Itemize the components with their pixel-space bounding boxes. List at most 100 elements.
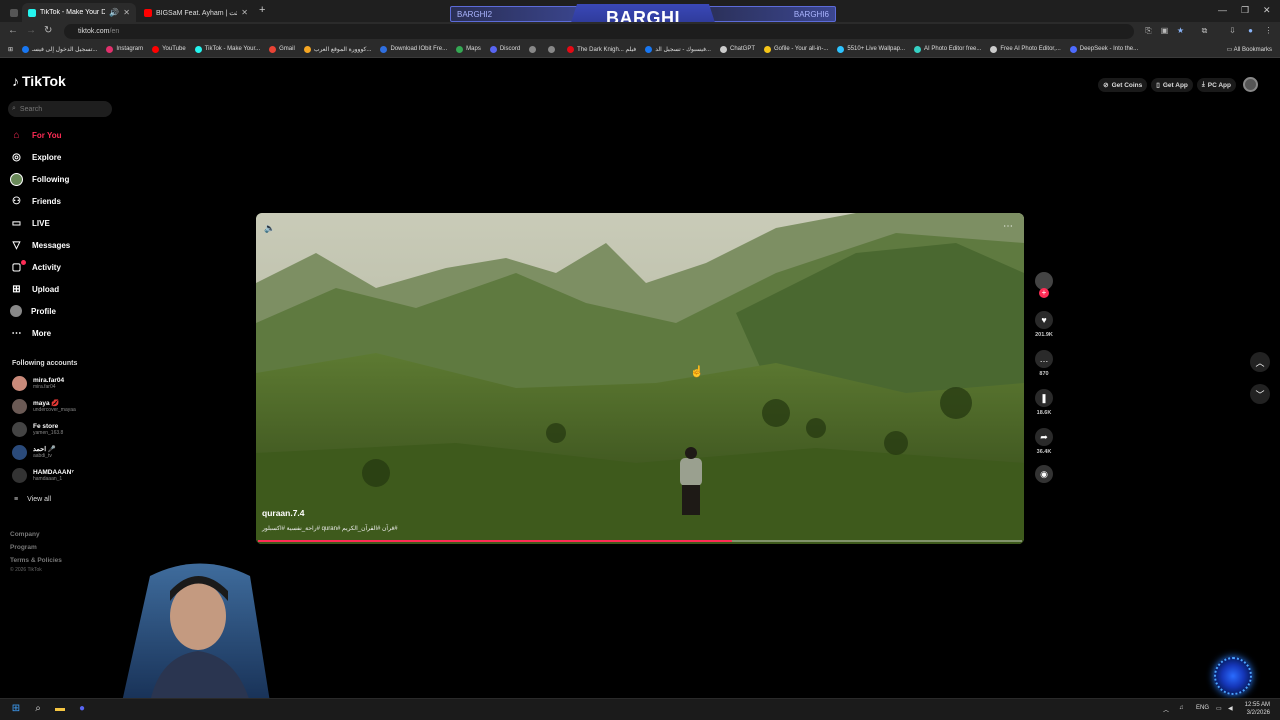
bookmark-label: The Dark Knigh... فيلم [577,46,637,53]
following-account[interactable]: mira.far04 mira.far04 [12,373,122,393]
tiktok-logo[interactable]: ♪ TikTok [12,73,66,89]
bookmark-item[interactable]: Free AI Photo Editor,... [990,45,1061,53]
bookmark-item[interactable]: YouTube [152,45,186,53]
following-account[interactable]: احمد 🎤 aabdi_tv [12,442,122,462]
bookmark-item[interactable]: كووورة الموقع العرب... [303,45,371,53]
sidebar-item-explore[interactable]: ◎ Explore [10,149,110,165]
tab-tiktok[interactable]: TikTok - Make Your Day 🔊 ✕ [22,3,136,22]
windows-start-icon[interactable]: ⊞ [10,703,22,715]
creator-avatar[interactable]: + [1033,272,1055,298]
network-icon[interactable]: ▭ [1216,705,1222,712]
bookmark-item[interactable]: Maps [456,45,481,53]
url-field[interactable]: tiktok.com/en [64,24,1134,39]
sidebar-item-profile[interactable]: Profile [10,303,110,319]
bookmark-item[interactable]: تسجيل الدخول إلى فيسـ... [22,45,97,53]
close-tab-icon[interactable]: ✕ [123,8,130,17]
pc-app-button[interactable]: ⤓ PC App [1196,78,1236,92]
more-options-icon[interactable]: ⋯ [1003,221,1014,232]
bookmark-favicon-icon [380,45,388,53]
bookmark-item[interactable]: Download IObit Fre... [380,45,447,53]
bookmark-favicon-icon [269,45,277,53]
view-all-button[interactable]: ≡ View all [14,496,51,503]
menu-icon[interactable]: ⋮ [1264,26,1273,35]
translate-icon[interactable]: ⎘ [1144,26,1153,35]
bookmark-favicon-icon [22,45,30,53]
sidebar-item-upload[interactable]: ⊞ Upload [10,281,110,297]
tray-overflow-icon[interactable]: ︿ [1163,705,1169,714]
get-coins-button[interactable]: ⊘ Get Coins [1098,78,1148,92]
bookmark-item[interactable]: TikTok - Make Your... [194,45,260,53]
bookmark-item[interactable]: ChatGPT [719,45,755,53]
bookmark-item[interactable]: DeepSeek - Into the... [1069,45,1138,53]
sidebar-item-messages[interactable]: ▽ Messages [10,237,110,253]
sidebar-item-label: Activity [32,262,61,272]
previous-video-button[interactable]: ︿ [1250,352,1270,372]
like-button[interactable]: ♥ 201.9K [1033,311,1055,338]
favorite-button[interactable]: ❚ 18.6K [1033,389,1055,416]
next-video-button[interactable]: ﹀ [1250,384,1270,404]
sidebar-item-live[interactable]: ▭ LIVE [10,215,110,231]
sidebar-item-activity[interactable]: ▢ Activity [10,259,110,275]
mic-icon[interactable]: ♫ [1179,705,1184,711]
all-bookmarks-button[interactable]: ▭ All Bookmarks [1227,46,1272,53]
bookmark-item[interactable] [529,45,539,53]
taskbar-search-icon[interactable]: ⌕ [32,703,44,715]
volume-tray-icon[interactable]: ◀ [1228,705,1233,712]
file-explorer-icon[interactable]: ▬ [54,703,66,715]
search-input[interactable]: ⌕ Search [8,101,112,117]
sidebar-item-following[interactable]: Following [10,171,110,187]
bookmark-item[interactable]: 5510+ Live Wallpap... [837,45,905,53]
comment-button[interactable]: … 870 [1033,350,1055,377]
speaker-icon[interactable]: 🔊 [109,8,119,17]
apps-icon[interactable]: ⊞ [8,46,13,53]
video-author[interactable]: quraan.7.4 [262,508,305,518]
bookmark-item[interactable]: AI Photo Editor free... [914,45,981,53]
footer-link-program[interactable]: Program [10,541,62,554]
sidebar-item-friends[interactable]: ⚇ Friends [10,193,110,209]
share-button[interactable]: ➦ 36.4K [1033,428,1055,455]
minimize-icon[interactable]: — [1218,5,1227,15]
music-disc[interactable]: ◉ [1033,465,1055,483]
tab-youtube[interactable]: BIGSaM Feat. Ayham | إن شئت ✕ [138,3,254,22]
forward-icon[interactable]: → [26,25,36,36]
footer-link-company[interactable]: Company [10,528,62,541]
following-account[interactable]: HAMDAAAN⁷ hamdaaan_1 [12,465,122,485]
downloads-icon[interactable]: ⇩ [1228,26,1237,35]
bookmark-item[interactable]: Gofile - Your all-in-... [764,45,828,53]
video-progress-bar[interactable] [258,540,1022,542]
bookmark-favicon-icon [489,45,497,53]
install-app-icon[interactable]: ▣ [1160,26,1169,35]
back-icon[interactable]: ← [8,25,18,36]
volume-icon[interactable]: 🔈 [264,223,275,234]
new-tab-button[interactable]: + [259,4,265,16]
bookmark-item[interactable]: Instagram [106,45,143,53]
bookmark-item[interactable]: Gmail [269,45,295,53]
bookmark-label: Free AI Photo Editor,... [1000,46,1061,52]
taskbar-clock[interactable]: 12:55 AM 3/2/2026 [1245,701,1270,717]
following-account[interactable]: Fe store yamen_163.8 [12,419,122,439]
close-tab-icon[interactable]: ✕ [241,8,248,17]
discord-icon[interactable]: ● [76,703,88,715]
sidebar-item-more[interactable]: ⋯ More [10,325,110,341]
bookmark-item[interactable]: Discord [489,45,520,53]
get-app-button[interactable]: ▯ Get App [1151,78,1193,92]
user-avatar[interactable] [1243,77,1258,92]
chevron-up-icon: ︿ [1255,357,1265,368]
bookmark-favicon-icon [194,45,202,53]
close-window-icon[interactable]: ✕ [1263,5,1271,16]
bookmark-item[interactable]: The Dark Knigh... فيلم [567,45,637,53]
following-account[interactable]: maya 💋 undercover_mayaa [12,396,122,416]
video-player[interactable]: 🔈 ⋯ quraan.7.4 #قرآن #القرآن_الكريم #qur… [256,213,1024,544]
language-indicator[interactable]: ENG [1196,705,1209,711]
follow-plus-icon[interactable]: + [1039,288,1049,298]
footer-link-terms[interactable]: Terms & Policies [10,554,62,567]
bookmark-label: YouTube [162,46,186,52]
reload-icon[interactable]: ↻ [44,25,52,36]
bookmark-star-icon[interactable]: ★ [1176,26,1185,35]
maximize-icon[interactable]: ❐ [1241,5,1249,16]
bookmark-item[interactable]: فيسبوك - تسجيل الد... [645,45,711,53]
profile-icon[interactable]: ● [1246,26,1255,35]
sidebar-item-for-you[interactable]: ⌂ For You [10,127,110,143]
bookmark-item[interactable] [548,45,558,53]
extensions-icon[interactable]: ⧉ [1200,26,1209,35]
